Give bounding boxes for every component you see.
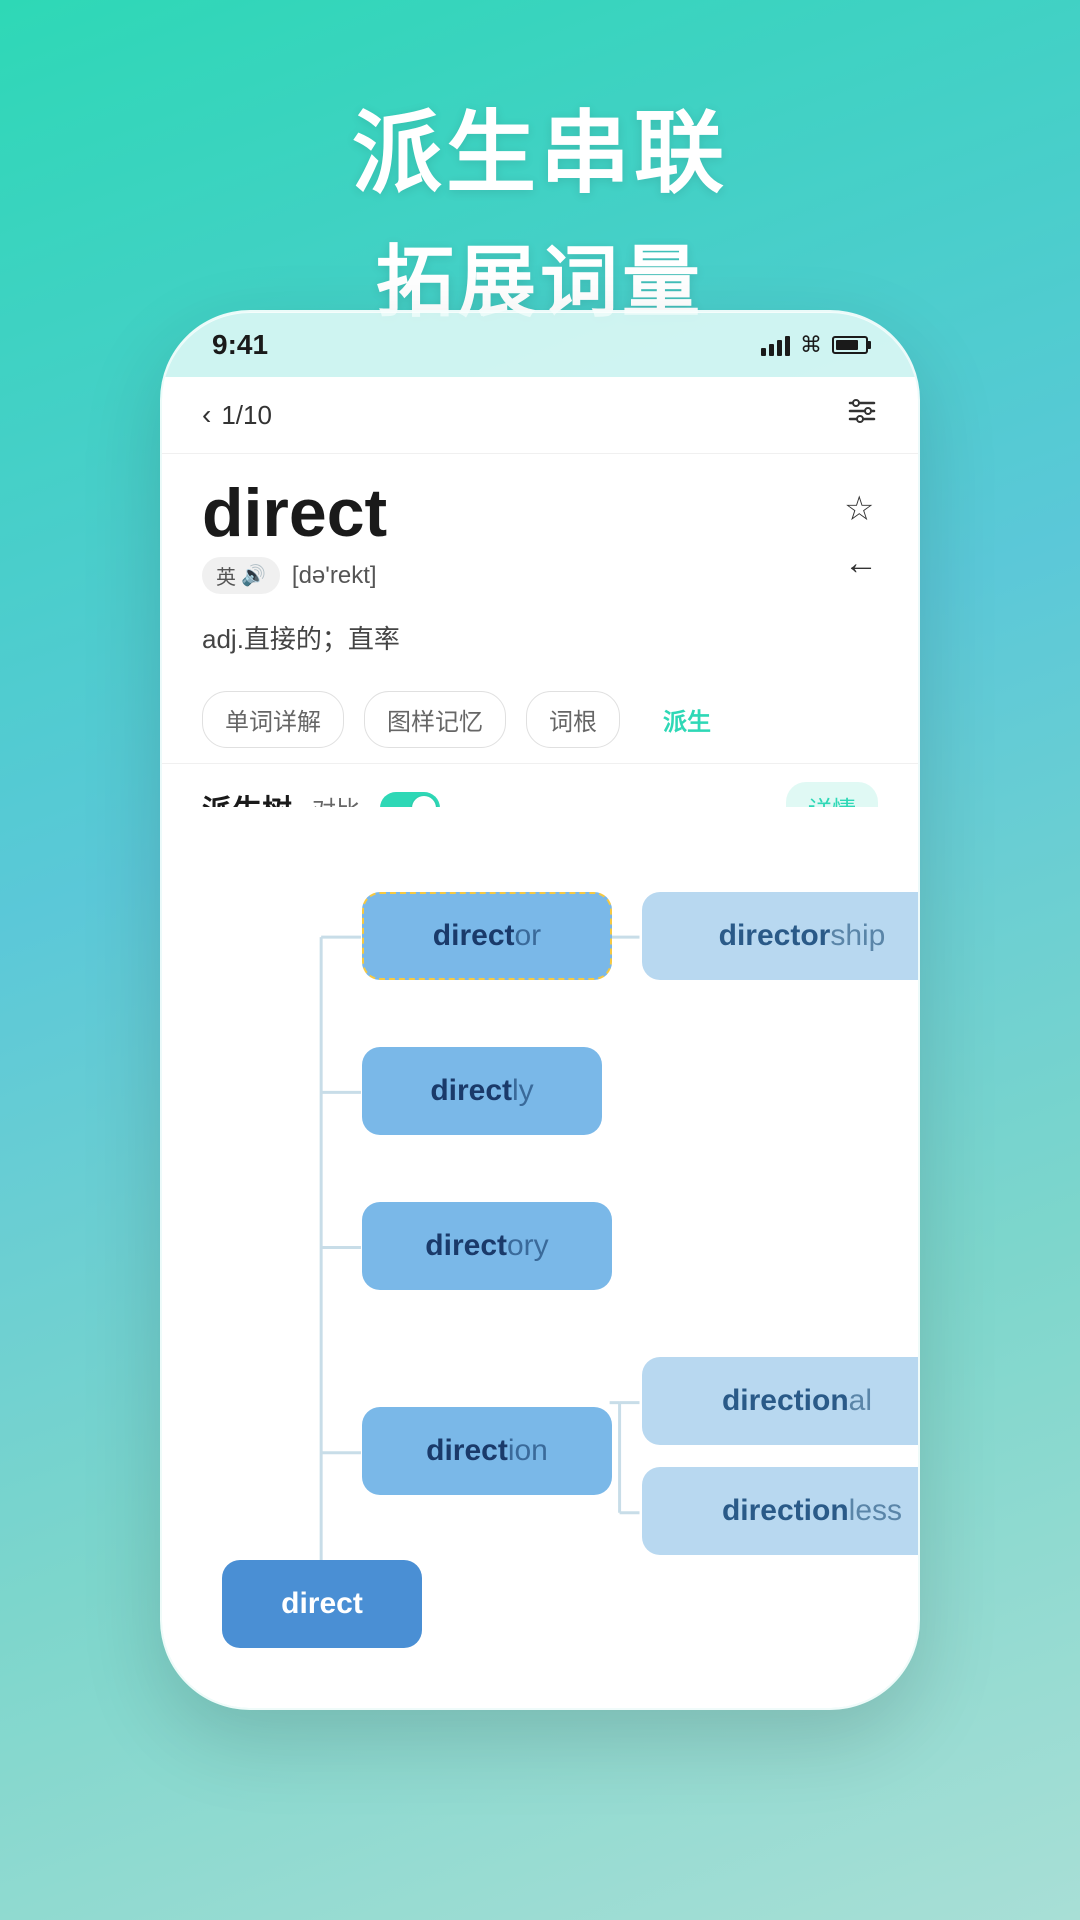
tab-root[interactable]: 词根 bbox=[526, 691, 620, 748]
wifi-icon: ⌘ bbox=[800, 332, 822, 358]
node-root[interactable]: direct bbox=[222, 1560, 422, 1648]
status-icons: ⌘ bbox=[761, 332, 868, 358]
status-bar: 9:41 ⌘ bbox=[162, 312, 918, 377]
word-definition: adj.直接的；直率 bbox=[162, 609, 918, 676]
filter-icon[interactable] bbox=[846, 397, 878, 433]
power-button bbox=[918, 552, 920, 652]
word-actions: ☆ ← bbox=[844, 489, 878, 583]
word-title: direct bbox=[202, 479, 844, 547]
node-directional[interactable]: directional bbox=[642, 1357, 918, 1445]
phone-screen: ‹ 1/10 direct bbox=[162, 377, 918, 1708]
node-director[interactable]: director bbox=[362, 892, 612, 980]
hero-line1: 派生串联 bbox=[0, 80, 1080, 210]
tab-word-detail[interactable]: 单词详解 bbox=[202, 691, 344, 748]
node-direction[interactable]: direction bbox=[362, 1407, 612, 1495]
word-phonetic: 英 🔊 [də'rekt] bbox=[202, 557, 844, 594]
phone-mockup: 9:41 ⌘ ‹ 1/10 bbox=[160, 310, 920, 1710]
node-directionless[interactable]: directionless bbox=[642, 1467, 918, 1555]
arrow-back-icon[interactable]: ← bbox=[844, 544, 878, 583]
tab-image-memory[interactable]: 图样记忆 bbox=[364, 691, 506, 748]
phone-frame: 9:41 ⌘ ‹ 1/10 bbox=[160, 310, 920, 1710]
status-time: 9:41 bbox=[212, 329, 268, 361]
lang-label: 英 bbox=[216, 561, 236, 590]
node-directorship[interactable]: directorship bbox=[642, 892, 918, 980]
nav-bar: ‹ 1/10 bbox=[162, 377, 918, 454]
phonetic-text: [də'rekt] bbox=[292, 562, 377, 590]
word-section: direct 英 🔊 [də'rekt] ☆ ← bbox=[162, 454, 918, 609]
word-tabs: 单词详解 图样记忆 词根 派生 bbox=[162, 676, 918, 764]
signal-icon bbox=[761, 334, 790, 356]
word-info: direct 英 🔊 [də'rekt] bbox=[202, 479, 844, 594]
hero-section: 派生串联 拓展词量 bbox=[0, 0, 1080, 332]
speaker-icon[interactable]: 🔊 bbox=[241, 563, 266, 588]
tree-diagram-area: director directorship directly directory… bbox=[162, 807, 918, 1708]
tab-derivative[interactable]: 派生 bbox=[640, 691, 734, 748]
page-indicator: 1/10 bbox=[221, 400, 272, 431]
nav-left: ‹ 1/10 bbox=[202, 399, 272, 431]
node-directly[interactable]: directly bbox=[362, 1047, 602, 1135]
back-chevron-icon[interactable]: ‹ bbox=[202, 399, 211, 431]
node-directory[interactable]: directory bbox=[362, 1202, 612, 1290]
tree-container: director directorship directly directory… bbox=[162, 807, 918, 1708]
favorite-icon[interactable]: ☆ bbox=[844, 489, 878, 529]
lang-badge[interactable]: 英 🔊 bbox=[202, 557, 280, 594]
battery-icon bbox=[832, 336, 868, 354]
